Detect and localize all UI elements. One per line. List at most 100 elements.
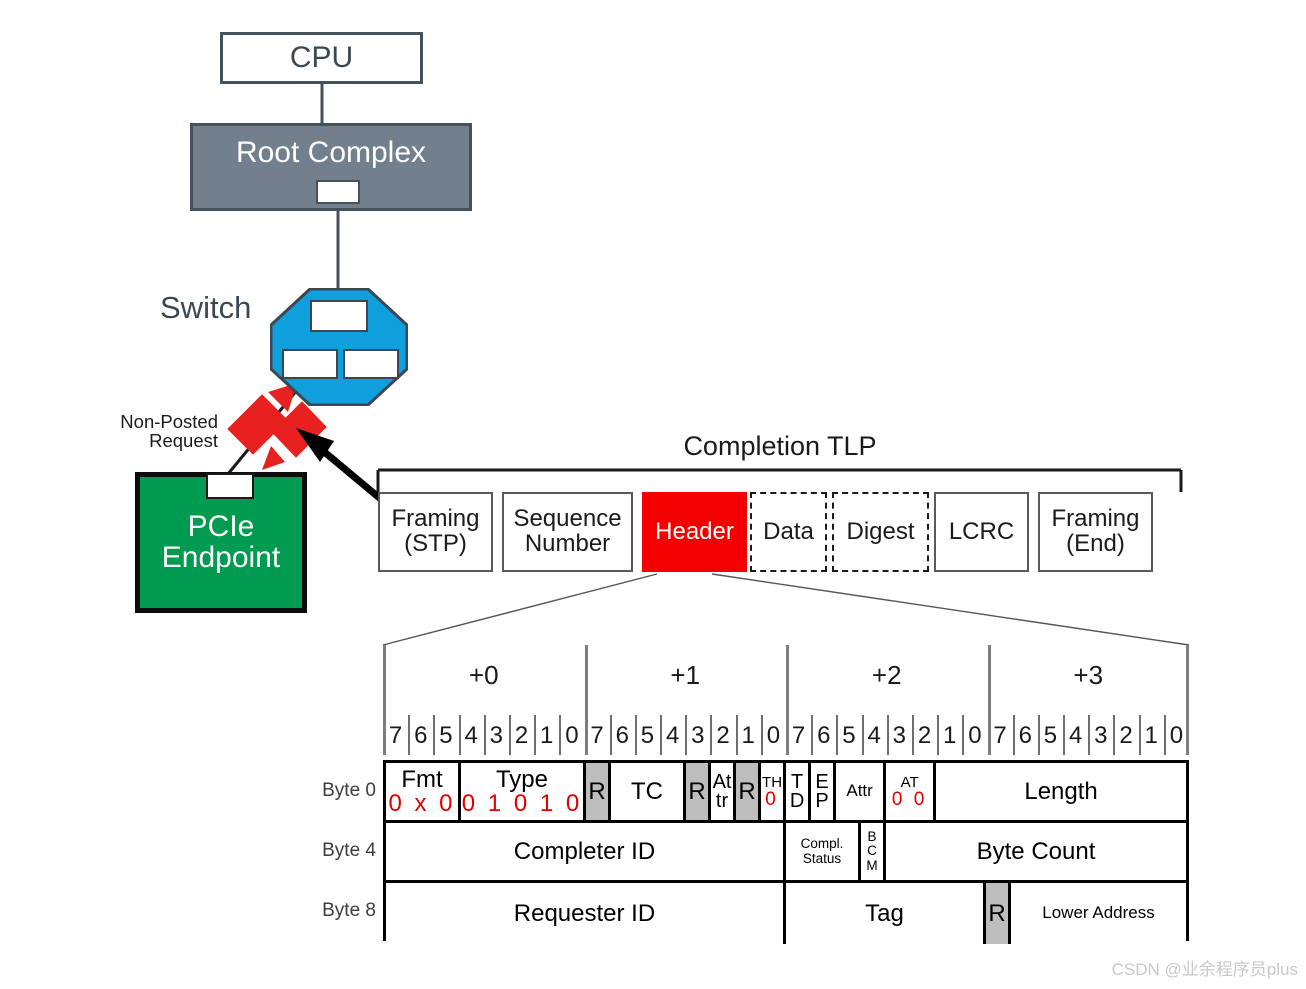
header-field-name: Type bbox=[495, 765, 548, 793]
switch-label: Switch bbox=[160, 290, 252, 326]
bit-tick bbox=[1186, 715, 1189, 755]
bit-number: 1 bbox=[540, 722, 554, 749]
header-field-lower-address: Lower Address bbox=[1011, 883, 1186, 944]
bit-number: 6 bbox=[817, 722, 831, 749]
bit-number: 4 bbox=[867, 722, 881, 749]
root-complex-label: Root Complex bbox=[235, 136, 427, 169]
header-field-at: AT 0 0 bbox=[886, 763, 937, 820]
tlp-cell-lcrc: LCRC bbox=[934, 492, 1029, 572]
header-field-name: TH bbox=[762, 773, 783, 791]
tlp-pointer-arrow bbox=[296, 428, 385, 503]
non-posted-request-line2: Request bbox=[149, 430, 218, 451]
header-field-name: Fmt bbox=[401, 765, 443, 793]
tlp-cell-header: Header bbox=[642, 492, 747, 572]
bit-number: 6 bbox=[1018, 722, 1032, 749]
byte-offset-plus3: +3 bbox=[1073, 659, 1104, 690]
header-field-name: C bbox=[867, 843, 877, 859]
bit-number: 1 bbox=[1144, 722, 1158, 749]
header-field-name: R bbox=[738, 777, 756, 805]
header-field-length: Length bbox=[936, 763, 1186, 820]
watermark: CSDN @业余程序员plus bbox=[1070, 957, 1298, 983]
header-field-tc: TC bbox=[611, 763, 686, 820]
header-field-name: T bbox=[790, 771, 804, 794]
tlp-bracket bbox=[376, 468, 1183, 492]
byte-offset-labels: Byte 0 Byte 4 Byte 8 bbox=[296, 760, 376, 940]
tlp-cell-line1: LCRC bbox=[948, 517, 1015, 545]
bit-number: 7 bbox=[590, 722, 604, 749]
bit-number: 0 bbox=[968, 722, 982, 749]
tlp-cell-line2: (STP) bbox=[404, 530, 467, 557]
header-field-compl-status: Compl. Status bbox=[785, 823, 861, 880]
non-posted-request-label: Non-Posted Request bbox=[83, 406, 218, 458]
header-field-attr: Attr bbox=[836, 763, 887, 820]
tlp-cell-line1: Framing bbox=[1051, 505, 1140, 533]
cpu-box: CPU bbox=[220, 32, 423, 84]
switch-octagon bbox=[270, 288, 408, 406]
header-field-name: M bbox=[866, 857, 878, 873]
header-field-fmt: Fmt 0 x 0 bbox=[386, 763, 461, 820]
header-field-name: R bbox=[688, 777, 706, 805]
diagram-canvas: CPU Root Complex Switch Non-Posted Reque… bbox=[0, 0, 1306, 989]
bit-number: 5 bbox=[640, 722, 655, 749]
tlp-field-strip: Framing (STP) Sequence Number Header Data Dige… bbox=[378, 492, 1183, 572]
bit-number: 2 bbox=[1119, 722, 1133, 749]
header-field-name: P bbox=[815, 789, 829, 812]
bit-number: 3 bbox=[1094, 722, 1108, 749]
bit-number: 5 bbox=[1043, 722, 1058, 749]
header-field-attr: Attr bbox=[711, 763, 737, 820]
header-field-td: TD bbox=[786, 763, 812, 820]
header-field-ep: EP bbox=[811, 763, 837, 820]
header-field-bcm: BCM bbox=[861, 823, 887, 880]
bit-number: 0 bbox=[565, 722, 579, 749]
tlp-cell-line1: Header bbox=[655, 517, 734, 545]
bit-number: 7 bbox=[388, 722, 403, 749]
bit-number: 4 bbox=[665, 722, 680, 749]
endpoint-port bbox=[206, 473, 254, 499]
header-field-name: R bbox=[588, 777, 606, 805]
tlp-cell-digest: Digest bbox=[832, 492, 929, 572]
tlp-cell-framing: Framing (STP) bbox=[378, 492, 493, 572]
bit-number: 6 bbox=[615, 722, 629, 749]
byte-row-label-0: Byte 0 bbox=[322, 780, 376, 801]
header-field-value: 0 bbox=[765, 788, 779, 810]
tlp-cell-sequence: Sequence Number bbox=[502, 492, 633, 572]
header-field-r: R bbox=[985, 883, 1011, 944]
tlp-cell-line1: Framing bbox=[391, 505, 480, 533]
header-field-name: Byte Count bbox=[976, 837, 1096, 865]
bit-number: 3 bbox=[489, 722, 504, 749]
tlp-cell-line2: (End) bbox=[1066, 530, 1125, 557]
bit-number: 4 bbox=[1068, 722, 1083, 749]
byte-row-label-1: Byte 4 bbox=[322, 840, 376, 861]
completion-tlp-title-text: Completion TLP bbox=[683, 431, 877, 462]
header-field-value: 0 0 bbox=[891, 788, 928, 810]
endpoint-label-line1: PCIe bbox=[187, 509, 255, 543]
header-field-name: Status bbox=[802, 850, 842, 866]
header-field-name: Compl. bbox=[800, 835, 844, 851]
tlp-cell-framing: Framing (End) bbox=[1038, 492, 1153, 572]
bit-number: 0 bbox=[766, 722, 781, 749]
completion-header-table: Fmt 0 x 0 Type 0 1 0 1 0 R TC R At tr R TH 0 T D E P Att… bbox=[383, 760, 1189, 944]
byte-major-tick bbox=[1186, 645, 1189, 715]
tlp-cell-line1: Digest bbox=[846, 517, 915, 545]
header-field-name: AT bbox=[900, 773, 919, 791]
header-field-name: E bbox=[815, 771, 829, 794]
header-field-completer-id: Completer ID bbox=[386, 823, 786, 880]
byte-offset-plus2: +2 bbox=[871, 659, 902, 690]
tlp-cell-data: Data bbox=[750, 492, 827, 572]
header-field-name: At bbox=[712, 771, 732, 794]
header-field-name: D bbox=[789, 789, 805, 812]
header-field-value: 0 x 0 bbox=[388, 789, 456, 817]
root-complex-port bbox=[316, 180, 360, 204]
header-field-byte-count: Byte Count bbox=[886, 823, 1186, 880]
header-field-tag: Tag bbox=[785, 883, 986, 944]
bit-number: 1 bbox=[741, 722, 755, 749]
bit-number: 2 bbox=[514, 722, 529, 749]
header-field-name: Completer ID bbox=[513, 837, 656, 865]
bit-number: 4 bbox=[464, 722, 478, 749]
header-field-name: Attr bbox=[846, 781, 873, 801]
bit-number: 5 bbox=[842, 722, 856, 749]
header-field-name: tr bbox=[715, 789, 729, 812]
byte-row-label-2: Byte 8 bbox=[322, 900, 376, 921]
header-field-name: B bbox=[867, 828, 877, 844]
bit-number: 2 bbox=[917, 722, 932, 749]
